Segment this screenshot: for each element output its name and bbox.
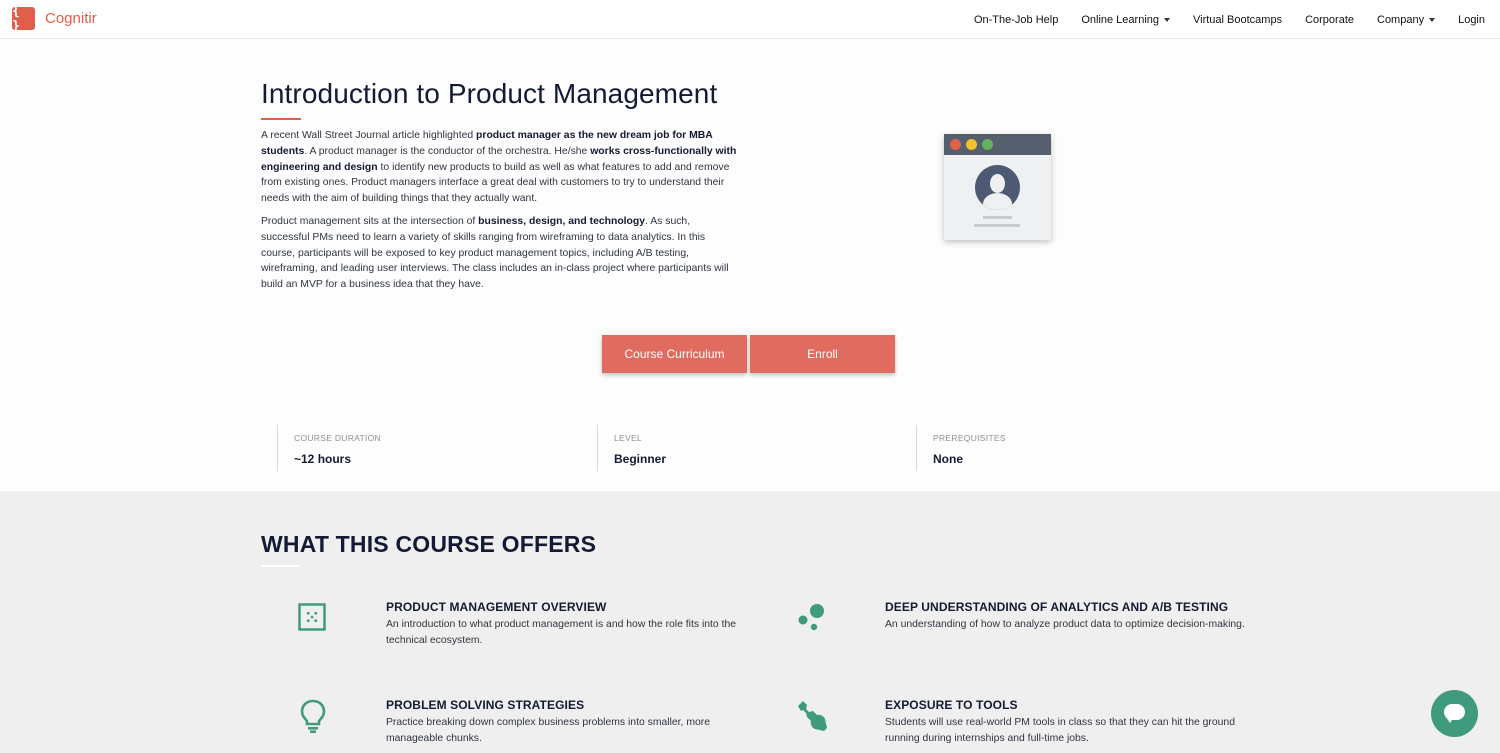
stat-label: PREREQUISITES: [933, 433, 1006, 443]
stat-prerequisites: PREREQUISITES None: [916, 425, 1006, 471]
offer-title: EXPOSURE TO TOOLS: [885, 698, 1018, 712]
body-text: . A product manager is the conductor of …: [304, 145, 591, 157]
nav-links: On-The-Job Help Online Learning Virtual …: [951, 0, 1485, 39]
offer-item: EXPOSURE TO TOOLS Students will use real…: [885, 698, 1245, 747]
offer-title: PRODUCT MANAGEMENT OVERVIEW: [386, 600, 607, 614]
grid-square-icon: [298, 603, 326, 631]
title-underline: [261, 118, 301, 120]
profile-window-illustration: [944, 134, 1051, 240]
offer-title: DEEP UNDERSTANDING OF ANALYTICS AND A/B …: [885, 600, 1229, 614]
section-title: WHAT THIS COURSE OFFERS: [261, 531, 597, 557]
nav-item-company[interactable]: Company: [1377, 13, 1436, 26]
course-curriculum-button[interactable]: Course Curriculum: [602, 335, 747, 373]
offer-item: DEEP UNDERSTANDING OF ANALYTICS AND A/B …: [885, 600, 1245, 633]
top-navbar: { } Cognitir On-The-Job Help Online Lear…: [0, 0, 1500, 39]
page-title: Introduction to Product Management: [261, 78, 718, 109]
stat-course-duration: COURSE DURATION ~12 hours: [277, 425, 381, 471]
enroll-button[interactable]: Enroll: [750, 335, 895, 373]
stat-level: LEVEL Beginner: [597, 425, 666, 471]
stat-label: COURSE DURATION: [294, 433, 381, 443]
bubbles-icon: [798, 604, 824, 631]
nav-item-on-the-job-help[interactable]: On-The-Job Help: [974, 14, 1058, 26]
description-paragraph-1: A recent Wall Street Journal article hig…: [261, 128, 741, 207]
course-description: A recent Wall Street Journal article hig…: [261, 128, 741, 300]
stat-value: Beginner: [614, 452, 667, 466]
placeholder-line: [983, 216, 1012, 219]
course-offers-section: WHAT THIS COURSE OFFERS PRODUCT MANAGEME…: [0, 491, 1500, 753]
offer-description: An introduction to what product manageme…: [386, 619, 737, 646]
brand-name: Cognitir: [45, 10, 97, 27]
offer-description: Practice breaking down complex business …: [386, 717, 710, 744]
caret-down-icon: [1164, 17, 1170, 22]
brand-logo[interactable]: { } Cognitir: [12, 4, 97, 34]
description-paragraph-2: Product management sits at the intersect…: [261, 214, 741, 293]
nav-item-label: Online Learning: [1081, 13, 1159, 26]
nav-item-label: On-The-Job Help: [973, 13, 1059, 26]
offer-title: PROBLEM SOLVING STRATEGIES: [386, 698, 585, 712]
nav-item-login[interactable]: Login: [1458, 14, 1485, 26]
offer-description: An understanding of how to analyze produ…: [885, 619, 1245, 630]
window-maximize-dot-icon: [982, 139, 993, 150]
offer-item: PROBLEM SOLVING STRATEGIES Practice brea…: [386, 698, 746, 747]
user-avatar-icon: [975, 165, 1020, 210]
stat-value: None: [933, 452, 963, 466]
wrench-icon: [798, 701, 827, 731]
section-title-underline: [261, 565, 300, 567]
caret-down-icon: [1429, 17, 1436, 22]
body-text: Product management sits at the intersect…: [261, 215, 479, 227]
chat-widget-button[interactable]: [1431, 690, 1478, 737]
highlight-text: business, design, and technology: [478, 215, 646, 227]
nav-item-label: Login: [1458, 13, 1485, 26]
nav-item-label: Corporate: [1305, 13, 1354, 26]
window-minimize-dot-icon: [966, 139, 977, 150]
nav-item-virtual-bootcamps[interactable]: Virtual Bootcamps: [1193, 14, 1282, 26]
window-titlebar: [944, 134, 1051, 155]
offer-description: Students will use real-world PM tools in…: [885, 717, 1235, 744]
window-close-dot-icon: [950, 139, 961, 150]
nav-item-online-learning[interactable]: Online Learning: [1081, 14, 1170, 26]
nav-item-corporate[interactable]: Corporate: [1305, 14, 1354, 26]
stat-value: ~12 hours: [294, 452, 352, 466]
body-text: A recent Wall Street Journal article hig…: [261, 130, 477, 141]
logo-braces-icon: { }: [12, 4, 35, 34]
offer-item: PRODUCT MANAGEMENT OVERVIEW An introduct…: [386, 600, 746, 649]
nav-item-label: Company: [1377, 13, 1425, 26]
body-text: . As such, successful PMs need to learn …: [261, 215, 729, 291]
lightbulb-icon: [300, 699, 326, 733]
placeholder-line: [974, 224, 1020, 227]
stat-label: LEVEL: [614, 433, 642, 443]
nav-item-label: Virtual Bootcamps: [1193, 13, 1283, 26]
